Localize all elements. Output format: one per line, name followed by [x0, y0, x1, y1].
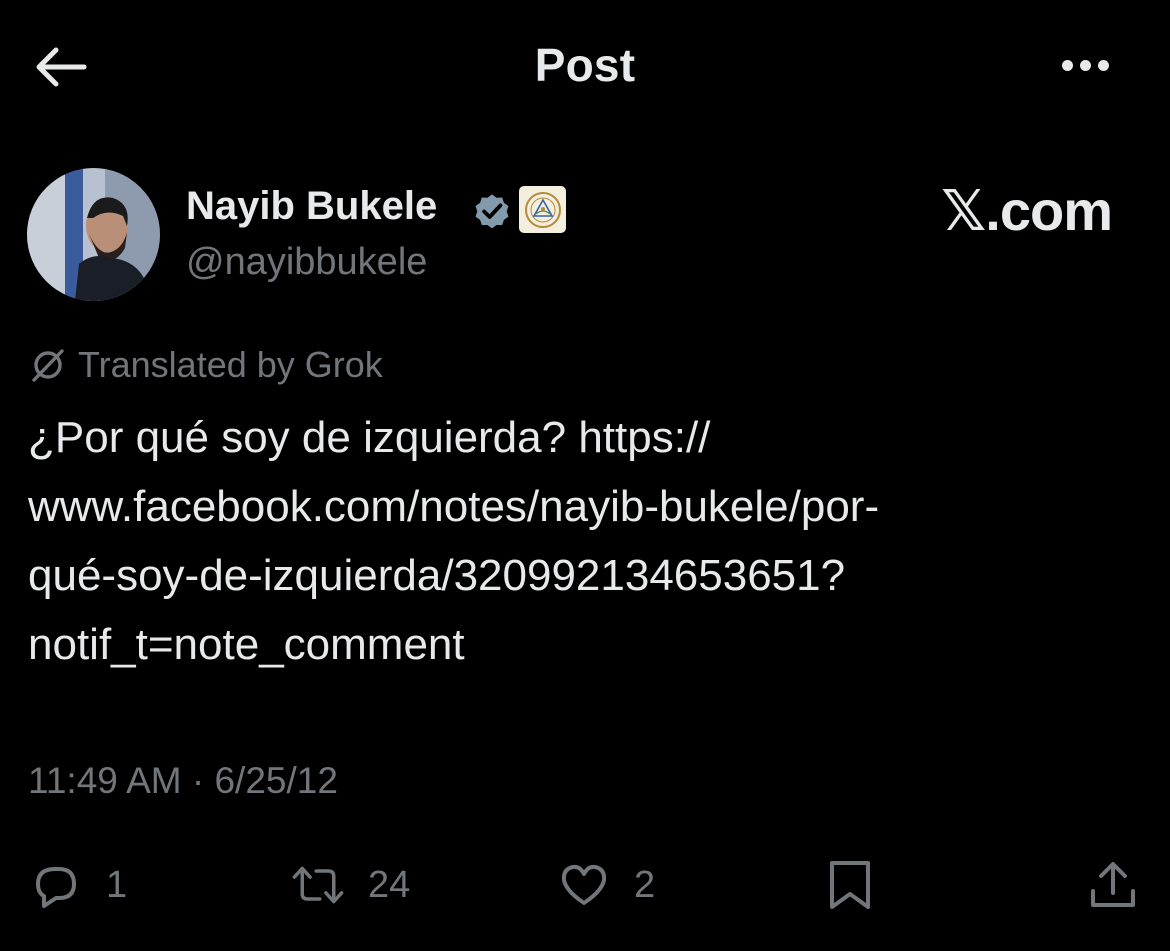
repost-count: 24	[368, 863, 411, 906]
translation-indicator[interactable]: Translated by Grok	[28, 343, 383, 387]
reply-icon	[36, 867, 76, 908]
more-horizontal-icon	[1058, 59, 1112, 71]
like-button[interactable]: 2	[556, 850, 655, 920]
repost-button[interactable]: 24	[290, 850, 410, 920]
author-handle[interactable]: @nayibbukele	[186, 241, 427, 284]
reply-count: 1	[106, 863, 128, 906]
post-text-line: qué-soy-de-izquierda/320992134653651?	[28, 551, 846, 600]
timestamp-separator: ·	[191, 760, 205, 801]
post-text-line: www.facebook.com/notes/nayib-bukele/por-	[28, 482, 880, 531]
share-button[interactable]	[1085, 850, 1141, 920]
post-time: 11:49 AM	[28, 760, 182, 801]
translation-label: Translated by Grok	[78, 344, 383, 385]
repost-icon	[292, 866, 344, 904]
post-text: ¿Por qué soy de izquierda? https:// www.…	[28, 403, 1138, 679]
post-text-line: ¿Por qué soy de izquierda? https://	[28, 413, 711, 462]
share-icon	[1091, 862, 1135, 907]
x-watermark: 𝕏.com	[941, 179, 1113, 242]
page-title: Post	[534, 39, 636, 91]
bookmark-icon	[830, 861, 870, 909]
verified-badge-icon[interactable]	[471, 190, 513, 232]
reply-button[interactable]: 1	[28, 850, 127, 920]
bookmark-button[interactable]	[822, 850, 878, 920]
like-count: 2	[634, 863, 656, 906]
government-seal-badge[interactable]	[519, 186, 566, 233]
post-screen: Post Nayib Bukele @nayibbukele 𝕏.com Tra…	[0, 0, 1170, 951]
post-date: 6/25/12	[214, 760, 338, 801]
avatar[interactable]	[27, 168, 160, 301]
more-options-button[interactable]	[1050, 50, 1120, 80]
post-timestamp[interactable]: 11:49 AM · 6/25/12	[28, 760, 338, 802]
top-bar: Post	[0, 0, 1170, 135]
post-text-line: notif_t=note_comment	[28, 620, 465, 669]
heart-icon	[561, 864, 607, 905]
action-bar: 1 24 2	[0, 850, 1170, 920]
grok-icon	[32, 349, 64, 382]
author-name[interactable]: Nayib Bukele	[186, 184, 437, 229]
